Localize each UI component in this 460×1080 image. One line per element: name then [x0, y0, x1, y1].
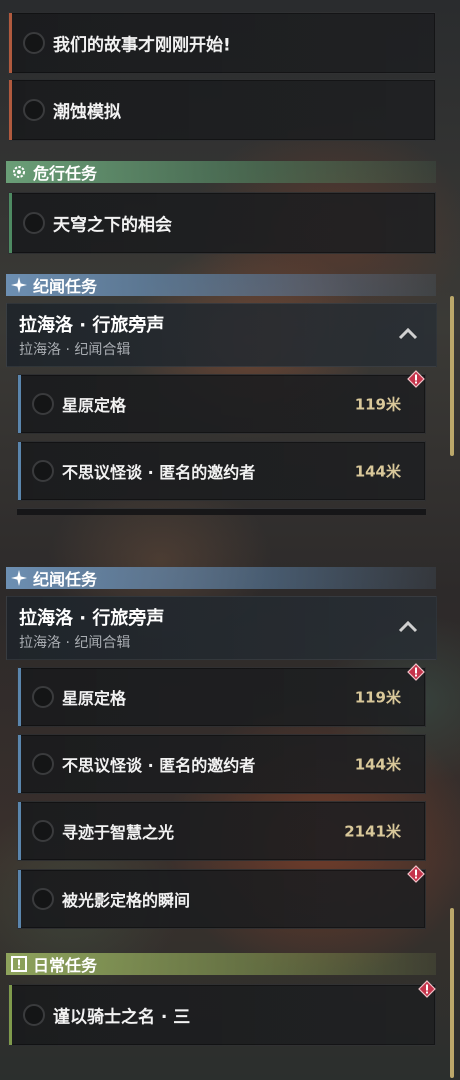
section-title: 纪闻任务: [33, 277, 98, 296]
quest-type-bar: [9, 80, 12, 140]
sub-quest-item[interactable]: 寻迹于智慧之光 2141米: [17, 801, 426, 861]
section-title: 日常任务: [33, 956, 98, 975]
track-checkbox[interactable]: [32, 820, 54, 842]
alert-icon: [407, 370, 425, 388]
daily-quest-header: 日常任务: [6, 953, 436, 975]
alert-icon: [407, 865, 425, 883]
quest-type-bar: [9, 13, 12, 73]
list-cutoff-edge: [17, 508, 426, 515]
sparkle-icon: [10, 569, 28, 587]
gear-icon: [10, 163, 28, 181]
sub-quest-item[interactable]: 星原定格 119米: [17, 374, 426, 434]
quest-type-bar: [18, 375, 21, 433]
quest-name: 星原定格: [62, 396, 127, 415]
group-title: 拉海洛 · 行旅旁声: [19, 608, 165, 629]
chevron-up-icon[interactable]: [398, 619, 418, 633]
quest-type-bar: [18, 735, 21, 793]
track-checkbox[interactable]: [32, 460, 54, 482]
quest-panel-top: 我们的故事才刚刚开始! 潮蚀模拟 危行任务 天穹之下的相会 纪闻任务 拉海洛 ·…: [0, 0, 460, 546]
quest-panel-bottom: 纪闻任务 拉海洛 · 行旅旁声 拉海洛 · 纪闻合辑 星原定格 119米 不思议…: [0, 546, 460, 1080]
quest-type-bar: [9, 193, 12, 253]
sub-quest-item[interactable]: 不思议怪谈 · 匿名的邀约者 144米: [17, 734, 426, 794]
scrollbar-thumb[interactable]: [450, 908, 454, 1078]
quest-type-bar: [18, 870, 21, 928]
quest-item[interactable]: 谨以骑士之名 · 三: [8, 984, 436, 1046]
quest-item[interactable]: 我们的故事才刚刚开始!: [8, 12, 436, 74]
track-checkbox[interactable]: [23, 99, 45, 121]
quest-name: 寻迹于智慧之光: [62, 823, 175, 842]
track-checkbox[interactable]: [32, 888, 54, 910]
sparkle-icon: [10, 276, 28, 294]
quest-name: 被光影定格的瞬间: [62, 891, 191, 910]
quest-distance: 119米: [354, 688, 401, 707]
quest-group[interactable]: 拉海洛 · 行旅旁声 拉海洛 · 纪闻合辑: [6, 596, 437, 660]
group-subtitle: 拉海洛 · 纪闻合辑: [19, 342, 131, 358]
section-title: 危行任务: [33, 164, 98, 183]
quest-distance: 144米: [354, 462, 401, 481]
chronicle-quest-header: 纪闻任务: [6, 567, 436, 589]
quest-name: 天穹之下的相会: [53, 215, 172, 236]
sub-quest-item[interactable]: 星原定格 119米: [17, 667, 426, 727]
quest-distance: 144米: [354, 755, 401, 774]
track-checkbox[interactable]: [32, 393, 54, 415]
quest-type-bar: [18, 668, 21, 726]
group-title: 拉海洛 · 行旅旁声: [19, 315, 165, 336]
quest-type-bar: [9, 985, 12, 1045]
quest-item[interactable]: 天穹之下的相会: [8, 192, 436, 254]
quest-distance: 119米: [354, 395, 401, 414]
quest-name: 潮蚀模拟: [53, 102, 121, 123]
quest-name: 星原定格: [62, 689, 127, 708]
quest-name: 我们的故事才刚刚开始!: [53, 35, 231, 56]
track-checkbox[interactable]: [23, 32, 45, 54]
sub-quest-item[interactable]: 不思议怪谈 · 匿名的邀约者 144米: [17, 441, 426, 501]
track-checkbox[interactable]: [23, 212, 45, 234]
quest-name: 谨以骑士之名 · 三: [53, 1007, 191, 1028]
scrollbar-thumb[interactable]: [450, 296, 454, 456]
alert-icon: [418, 980, 436, 998]
quest-distance: 2141米: [344, 822, 401, 841]
group-subtitle: 拉海洛 · 纪闻合辑: [19, 635, 131, 651]
track-checkbox[interactable]: [23, 1004, 45, 1026]
quest-name: 不思议怪谈 · 匿名的邀约者: [62, 756, 256, 775]
quest-item[interactable]: 潮蚀模拟: [8, 79, 436, 141]
chronicle-quest-header: 纪闻任务: [6, 274, 436, 296]
quest-group[interactable]: 拉海洛 · 行旅旁声 拉海洛 · 纪闻合辑: [6, 303, 437, 367]
chevron-up-icon[interactable]: [398, 326, 418, 340]
danger-quest-header: 危行任务: [6, 161, 436, 183]
track-checkbox[interactable]: [32, 686, 54, 708]
quest-type-bar: [18, 442, 21, 500]
exclamation-icon: [10, 955, 28, 973]
quest-type-bar: [18, 802, 21, 860]
sub-quest-item[interactable]: 被光影定格的瞬间: [17, 869, 426, 929]
section-title: 纪闻任务: [33, 570, 98, 589]
quest-name: 不思议怪谈 · 匿名的邀约者: [62, 463, 256, 482]
alert-icon: [407, 663, 425, 681]
track-checkbox[interactable]: [32, 753, 54, 775]
